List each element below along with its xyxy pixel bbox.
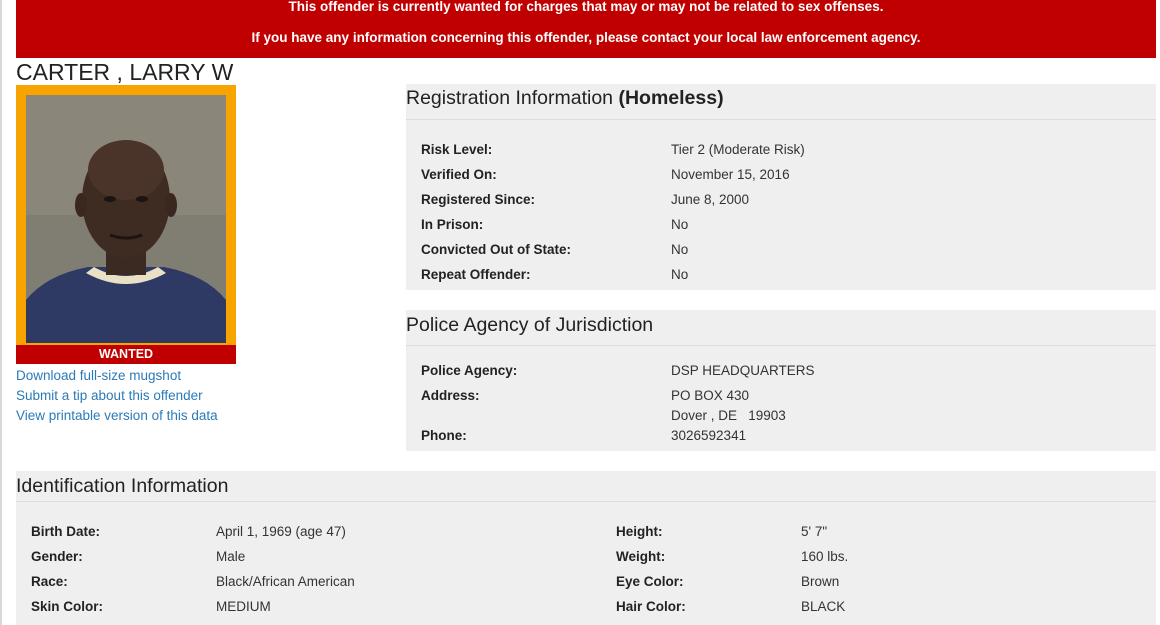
registration-divider xyxy=(406,119,1156,120)
phone-label: Phone: xyxy=(421,428,467,443)
risk-level-label: Risk Level: xyxy=(421,142,493,157)
wanted-status-badge: WANTED xyxy=(16,345,236,364)
skin-color-label: Skin Color: xyxy=(31,599,104,614)
police-agency-title: Police Agency of Jurisdiction xyxy=(406,314,654,336)
identification-divider xyxy=(16,501,1156,502)
race-value: Black/African American xyxy=(216,574,355,589)
download-mugshot-link[interactable]: Download full-size mugshot xyxy=(16,366,218,386)
mugshot-photo[interactable] xyxy=(26,95,226,343)
police-agency-panel: Police Agency of Jurisdiction Police Age… xyxy=(406,310,1156,451)
registration-title: Registration Information (Homeless) xyxy=(406,87,724,110)
eye-color-label: Eye Color: xyxy=(616,574,684,589)
birth-date-value: April 1, 1969 (age 47) xyxy=(216,524,346,539)
offender-action-links: Download full-size mugshot Submit a tip … xyxy=(16,366,218,426)
hair-color-label: Hair Color: xyxy=(616,599,686,614)
repeat-offender-value: No xyxy=(671,267,689,282)
registration-title-status: (Homeless) xyxy=(618,87,724,109)
weight-label: Weight: xyxy=(616,549,666,564)
submit-tip-link[interactable]: Submit a tip about this offender xyxy=(16,386,218,406)
police-agency-label: Police Agency: xyxy=(421,363,518,378)
gender-label: Gender: xyxy=(31,549,83,564)
offender-name: CARTER , LARRY W xyxy=(16,59,234,85)
address-label: Address: xyxy=(421,388,480,403)
phone-value: 3026592341 xyxy=(671,428,747,443)
weight-value: 160 lbs. xyxy=(801,549,849,564)
in-prison-value: No xyxy=(671,217,689,232)
gender-value: Male xyxy=(216,549,246,564)
address-line-2: Dover , DE 19903 xyxy=(671,408,786,423)
wanted-alert-banner: This offender is currently wanted for ch… xyxy=(16,0,1156,58)
identification-title: Identification Information xyxy=(16,475,229,497)
identification-panel: Identification Information Birth Date: A… xyxy=(16,471,1156,625)
hair-color-value: BLACK xyxy=(801,599,846,614)
mugshot-frame xyxy=(16,85,236,345)
police-agency-divider xyxy=(406,345,1156,346)
height-label: Height: xyxy=(616,524,663,539)
race-label: Race: xyxy=(31,574,68,589)
risk-level-value: Tier 2 (Moderate Risk) xyxy=(671,142,805,157)
skin-color-value: MEDIUM xyxy=(216,599,271,614)
in-prison-label: In Prison: xyxy=(421,217,484,232)
repeat-offender-label: Repeat Offender: xyxy=(421,267,531,282)
registration-title-text: Registration Information xyxy=(406,87,614,109)
banner-line-2: If you have any information concerning t… xyxy=(251,30,921,45)
registered-since-label: Registered Since: xyxy=(421,192,536,207)
police-agency-value: DSP HEADQUARTERS xyxy=(671,363,815,378)
birth-date-label: Birth Date: xyxy=(31,524,101,539)
mugshot-image xyxy=(26,95,226,343)
banner-line-1: This offender is currently wanted for ch… xyxy=(288,0,884,14)
address-line-1: PO BOX 430 xyxy=(671,388,750,403)
convicted-out-of-state-value: No xyxy=(671,242,689,257)
printable-version-link[interactable]: View printable version of this data xyxy=(16,406,218,426)
registered-since-value: June 8, 2000 xyxy=(671,192,750,207)
registration-panel: Registration Information (Homeless) Risk… xyxy=(406,84,1156,290)
verified-on-value: November 15, 2016 xyxy=(671,167,790,182)
height-value: 5' 7" xyxy=(801,524,828,539)
eye-color-value: Brown xyxy=(801,574,840,589)
verified-on-label: Verified On: xyxy=(421,167,497,182)
page-left-border xyxy=(0,0,2,625)
convicted-out-of-state-label: Convicted Out of State: xyxy=(421,242,572,257)
